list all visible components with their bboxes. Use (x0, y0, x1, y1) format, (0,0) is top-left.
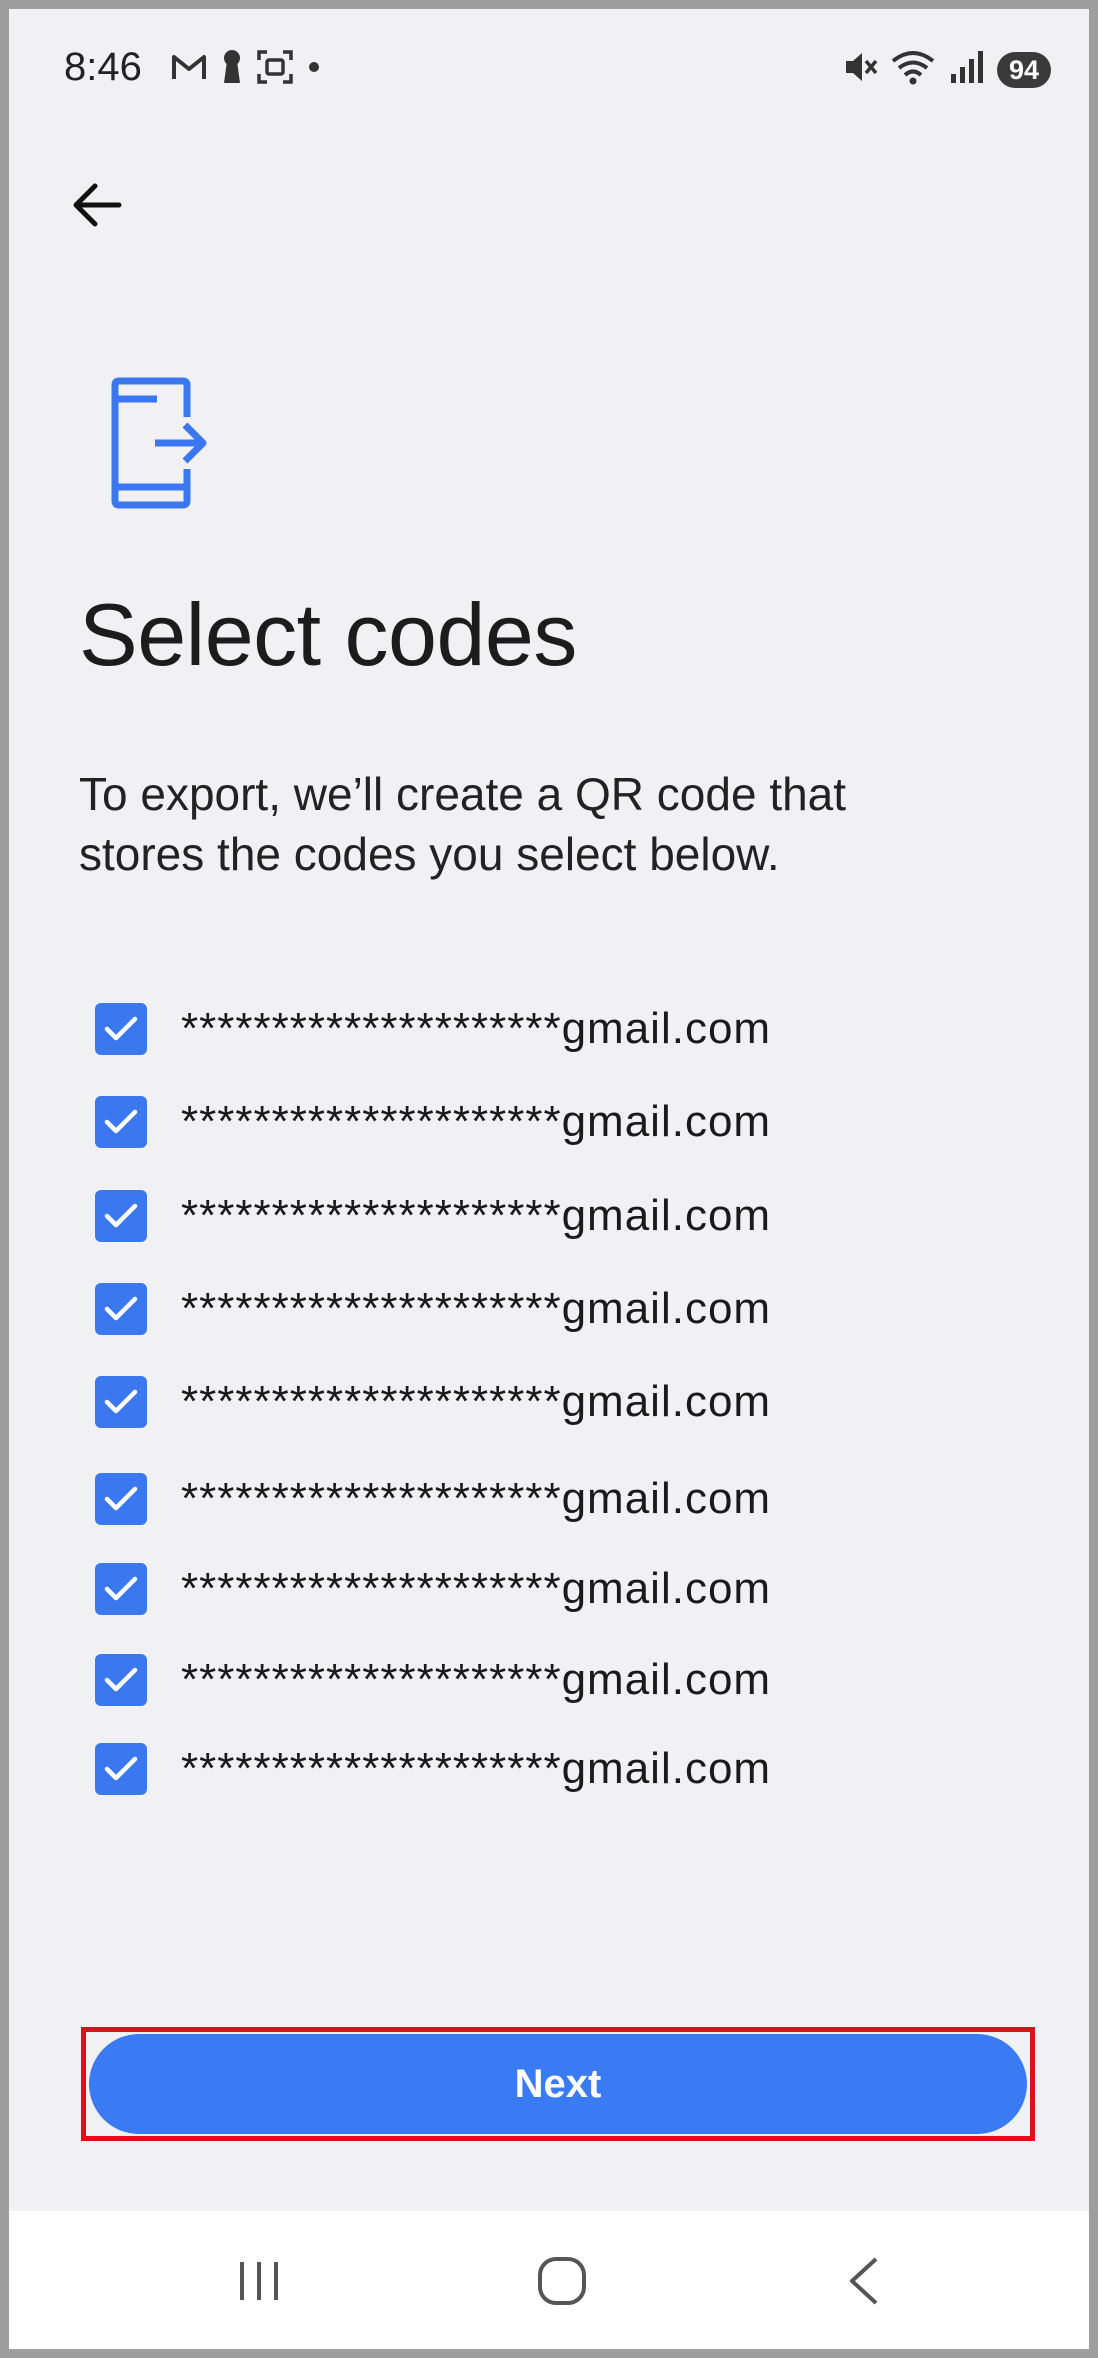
check-icon (104, 1486, 138, 1511)
back-icon (850, 2257, 878, 2305)
code-label: *********************gmail.com (181, 1284, 772, 1333)
check-icon (104, 1667, 138, 1692)
status-right-icons: 94 (843, 49, 1051, 90)
check-icon (104, 1576, 138, 1601)
code-row-5[interactable]: *********************gmail.com (95, 1372, 771, 1432)
status-bar: 8:46 94 (9, 9, 1089, 129)
status-time: 8:46 (64, 45, 142, 89)
code-row-9[interactable]: *********************gmail.com (95, 1739, 771, 1799)
code-row-3[interactable]: *********************gmail.com (95, 1186, 771, 1246)
battery-indicator: 94 (996, 51, 1051, 88)
code-label: *********************gmail.com (181, 1744, 772, 1793)
code-row-6[interactable]: *********************gmail.com (95, 1469, 771, 1529)
checkbox-checked[interactable] (95, 1376, 147, 1428)
code-label: *********************gmail.com (181, 1564, 772, 1613)
code-row-4[interactable]: *********************gmail.com (95, 1279, 771, 1339)
page-title: Select codes (79, 585, 577, 684)
code-label: *********************gmail.com (181, 1097, 772, 1146)
checkbox-checked[interactable] (95, 1563, 147, 1615)
next-button[interactable]: Next (89, 2034, 1027, 2134)
code-row-2[interactable]: *********************gmail.com (95, 1092, 771, 1152)
recents-icon (240, 2262, 278, 2300)
code-label: *********************gmail.com (181, 1474, 772, 1523)
system-back-button[interactable] (819, 2241, 909, 2321)
checkbox-checked[interactable] (95, 1473, 147, 1525)
code-label: *********************gmail.com (181, 1004, 772, 1053)
checkbox-checked[interactable] (95, 1283, 147, 1335)
check-icon (104, 1109, 138, 1134)
export-phone-icon (107, 377, 211, 509)
checkbox-checked[interactable] (95, 1003, 147, 1055)
arrow-left-icon (71, 181, 123, 234)
code-label: *********************gmail.com (181, 1191, 772, 1240)
code-row-1[interactable]: *********************gmail.com (95, 999, 771, 1059)
recents-button[interactable] (214, 2241, 304, 2321)
home-button[interactable] (517, 2241, 607, 2321)
check-icon (104, 1016, 138, 1041)
back-button[interactable] (57, 167, 137, 247)
mute-icon (843, 50, 879, 89)
check-icon (104, 1756, 138, 1781)
signal-icon (949, 50, 985, 89)
status-left-icons (171, 49, 321, 90)
code-row-8[interactable]: *********************gmail.com (95, 1650, 771, 1710)
navigation-bar (9, 2211, 1089, 2349)
gmail-icon (171, 52, 207, 87)
check-icon (104, 1296, 138, 1321)
code-label: *********************gmail.com (181, 1655, 772, 1704)
screenshot-icon (257, 50, 293, 89)
check-icon (104, 1389, 138, 1414)
checkbox-checked[interactable] (95, 1743, 147, 1795)
code-row-7[interactable]: *********************gmail.com (95, 1559, 771, 1619)
page-description: To export, we’ll create a QR code that s… (79, 768, 847, 880)
dot-icon (307, 60, 321, 79)
checkbox-checked[interactable] (95, 1190, 147, 1242)
app-screen: 8:46 94 Select codes To export, we’ll cr… (0, 0, 1098, 2358)
keyhole-icon (221, 49, 243, 90)
checkbox-checked[interactable] (95, 1096, 147, 1148)
checkbox-checked[interactable] (95, 1654, 147, 1706)
wifi-icon (891, 49, 937, 90)
home-icon (538, 2257, 586, 2305)
code-label: *********************gmail.com (181, 1377, 772, 1426)
check-icon (104, 1203, 138, 1228)
